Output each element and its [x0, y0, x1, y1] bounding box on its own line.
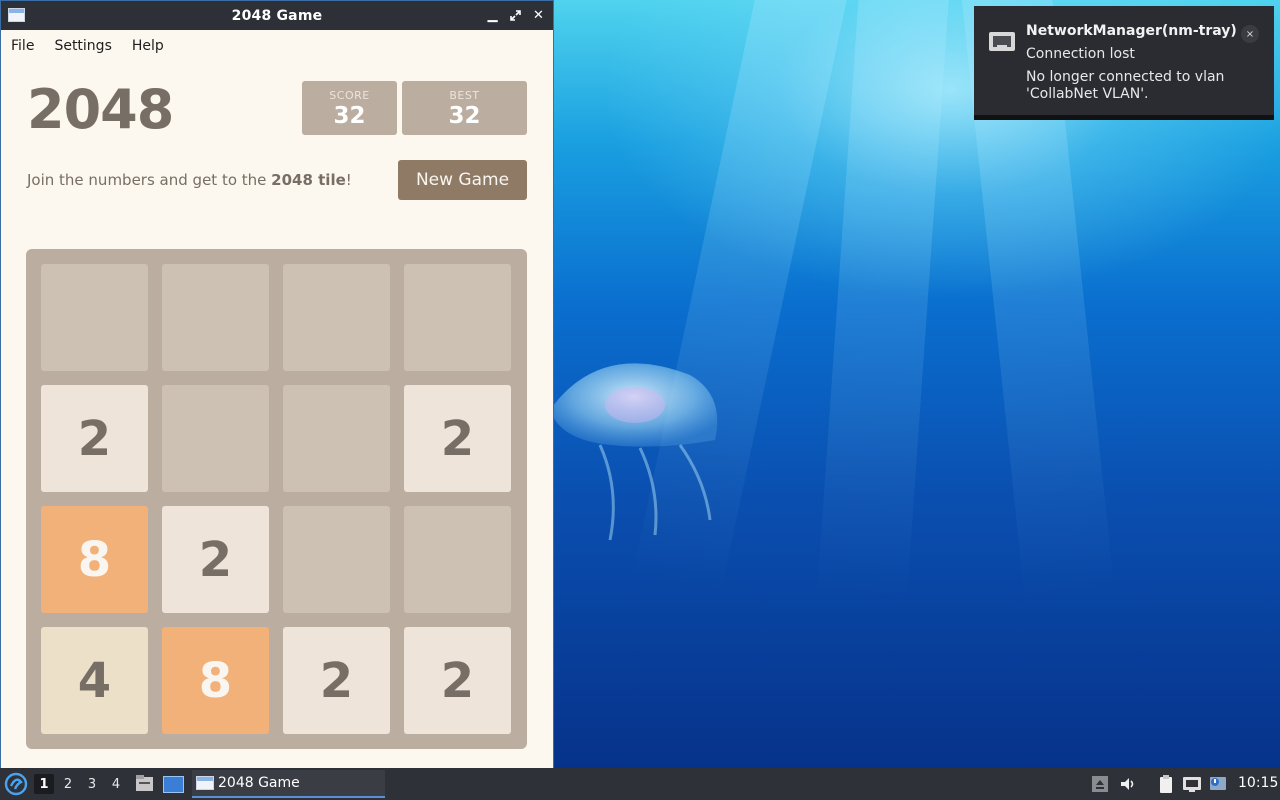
best-box: BEST 32 — [402, 81, 527, 135]
tile-4: 4 — [41, 627, 148, 734]
menu-file[interactable]: File — [11, 38, 34, 54]
minimize-icon[interactable]: ▁ — [484, 6, 501, 24]
game-title: 2048 — [27, 78, 174, 141]
eject-icon[interactable] — [1090, 774, 1110, 794]
tile-2: 2 — [404, 627, 511, 734]
notification-popup[interactable]: NetworkManager(nm-tray) Connection lost … — [974, 6, 1274, 120]
tile-empty — [283, 264, 390, 371]
workspace-4[interactable]: 4 — [106, 774, 126, 794]
game-header: 2048 SCORE 32 BEST 32 — [1, 61, 553, 151]
clipboard-icon[interactable] — [1156, 774, 1176, 794]
score-value: 32 — [333, 103, 366, 129]
close-icon[interactable]: ✕ — [530, 6, 547, 24]
new-game-button[interactable]: New Game — [398, 160, 527, 200]
tile-empty — [283, 506, 390, 613]
volume-icon[interactable] — [1118, 774, 1138, 794]
task-label: 2048 Game — [218, 775, 300, 791]
tile-8: 8 — [162, 627, 269, 734]
notification-close-button[interactable]: × — [1241, 25, 1259, 43]
game-board[interactable]: 22824822 — [26, 249, 527, 749]
show-desktop-icon[interactable] — [163, 776, 184, 793]
intro-bold: 2048 tile — [271, 171, 346, 189]
workspace-1[interactable]: 1 — [34, 774, 54, 794]
network-wired-icon — [989, 32, 1015, 51]
tile-2: 2 — [162, 506, 269, 613]
tile-empty — [283, 385, 390, 492]
window-icon — [8, 8, 25, 22]
score-label: SCORE — [329, 89, 370, 102]
best-value: 32 — [448, 103, 481, 129]
network-icon[interactable] — [1182, 774, 1202, 794]
intro-text: Join the numbers and get to the 2048 til… — [27, 171, 352, 189]
notification-app-name: NetworkManager(nm-tray) — [1026, 23, 1237, 39]
tile-empty — [404, 506, 511, 613]
taskbar-task-2048[interactable]: 2048 Game — [192, 770, 385, 798]
tile-2: 2 — [283, 627, 390, 734]
notification-summary: Connection lost — [1026, 46, 1135, 62]
window-icon — [196, 776, 214, 790]
maximize-icon[interactable] — [507, 6, 524, 24]
window-titlebar[interactable]: 2048 Game ▁ ✕ — [1, 1, 553, 30]
tile-empty — [404, 264, 511, 371]
menu-settings[interactable]: Settings — [54, 38, 111, 54]
tile-8: 8 — [41, 506, 148, 613]
score-box: SCORE 32 — [302, 81, 397, 135]
workspace-3[interactable]: 3 — [82, 774, 102, 794]
tile-2: 2 — [404, 385, 511, 492]
menu-help[interactable]: Help — [132, 38, 164, 54]
notification-body: No longer connected to vlan 'CollabNet V… — [1026, 69, 1225, 102]
file-manager-icon[interactable] — [135, 774, 154, 793]
intro-row: Join the numbers and get to the 2048 til… — [1, 151, 553, 241]
jellyfish-image — [550, 363, 718, 541]
menubar: File Settings Help — [1, 30, 553, 61]
clock[interactable]: 10:15 — [1238, 775, 1278, 791]
notification-tray-icon[interactable] — [1208, 774, 1228, 794]
best-label: BEST — [449, 89, 480, 102]
window-title: 2048 Game — [231, 7, 323, 24]
tile-empty — [162, 264, 269, 371]
tile-empty — [162, 385, 269, 492]
start-menu-icon[interactable] — [4, 772, 28, 796]
workspace-2[interactable]: 2 — [58, 774, 78, 794]
tile-2: 2 — [41, 385, 148, 492]
taskbar: 1 2 3 4 2048 Game 10:15 — [0, 768, 1280, 800]
tile-empty — [41, 264, 148, 371]
